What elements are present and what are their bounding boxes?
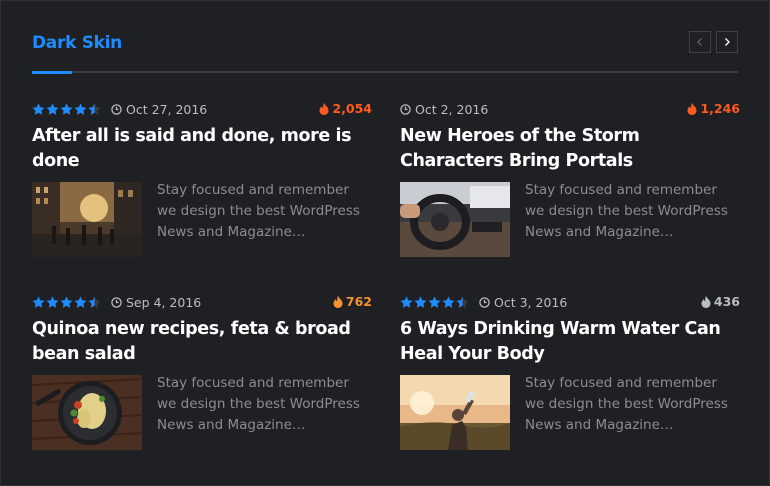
star-icon (74, 103, 87, 116)
star-icon (46, 103, 59, 116)
star-icon (32, 103, 45, 116)
post-card: Oct 27, 2016 2,054 After all is said and… (32, 101, 372, 257)
post-card: Sep 4, 2016 762 Quinoa new recipes, feta… (32, 294, 372, 450)
date-text: Oct 27, 2016 (126, 101, 208, 117)
post-excerpt: Stay focused and remember we design the … (525, 375, 728, 433)
post-meta: Oct 27, 2016 2,054 (32, 101, 372, 117)
post-title[interactable]: After all is said and done, more is done (32, 124, 372, 174)
flame-icon (319, 102, 329, 115)
views-text: 1,246 (700, 101, 740, 116)
star-icon (74, 296, 87, 309)
clock-icon (111, 296, 122, 308)
flame-icon (701, 295, 711, 308)
star-rating (32, 103, 101, 116)
widget-header: Dark Skin (32, 31, 738, 75)
prev-button[interactable] (689, 31, 711, 53)
chevron-right-icon (725, 38, 730, 46)
next-button[interactable] (716, 31, 738, 53)
post-thumbnail[interactable] (32, 182, 142, 257)
post-card: Oct 2, 2016 1,246 New Heroes of the Stor… (400, 101, 740, 257)
date-text: Oct 3, 2016 (494, 294, 568, 310)
post-body: Stay focused and remember we design the … (400, 375, 740, 450)
star-rating (400, 296, 469, 309)
star-icon (88, 296, 101, 309)
star-icon (60, 296, 73, 309)
post-body: Stay focused and remember we design the … (32, 182, 372, 257)
post-thumbnail[interactable] (32, 375, 142, 450)
date-text: Oct 2, 2016 (415, 101, 489, 117)
clock-icon (111, 103, 122, 115)
view-count: 436 (701, 294, 740, 309)
star-icon (456, 296, 469, 309)
views-text: 2,054 (332, 101, 372, 116)
post-date: Oct 2, 2016 (400, 102, 488, 117)
clock-icon (400, 103, 411, 115)
star-icon (414, 296, 427, 309)
view-count: 2,054 (319, 101, 372, 116)
post-excerpt: Stay focused and remember we design the … (525, 182, 728, 240)
post-meta: Sep 4, 2016 762 (32, 294, 372, 310)
flame-icon (687, 102, 697, 115)
star-rating (32, 296, 101, 309)
post-date: Oct 27, 2016 (111, 102, 207, 117)
widget-title: Dark Skin (32, 33, 122, 53)
post-thumbnail[interactable] (400, 375, 510, 450)
views-text: 436 (713, 294, 740, 309)
post-date: Sep 4, 2016 (111, 295, 201, 310)
post-meta: Oct 2, 2016 1,246 (400, 101, 740, 117)
clock-icon (479, 296, 490, 308)
views-text: 762 (345, 294, 372, 309)
view-count: 1,246 (687, 101, 740, 116)
post-excerpt: Stay focused and remember we design the … (157, 182, 360, 240)
post-body: Stay focused and remember we design the … (32, 375, 372, 450)
star-icon (428, 296, 441, 309)
dark-skin-widget: Dark Skin Oct 27, 2016 2,054 After all i… (0, 0, 770, 486)
chevron-left-icon (697, 38, 702, 46)
header-accent-bar (32, 71, 72, 74)
star-icon (88, 103, 101, 116)
post-body: Stay focused and remember we design the … (400, 182, 740, 257)
post-title[interactable]: Quinoa new recipes, feta & broad bean sa… (32, 317, 372, 367)
post-title[interactable]: New Heroes of the Storm Characters Bring… (400, 124, 740, 174)
header-divider (32, 71, 738, 73)
star-icon (60, 103, 73, 116)
star-icon (46, 296, 59, 309)
post-excerpt: Stay focused and remember we design the … (157, 375, 360, 433)
date-text: Sep 4, 2016 (126, 294, 202, 310)
star-icon (442, 296, 455, 309)
post-date: Oct 3, 2016 (479, 295, 567, 310)
star-icon (400, 296, 413, 309)
flame-icon (333, 295, 343, 308)
post-title[interactable]: 6 Ways Drinking Warm Water Can Heal Your… (400, 317, 740, 367)
post-card: Oct 3, 2016 436 6 Ways Drinking Warm Wat… (400, 294, 740, 450)
post-thumbnail[interactable] (400, 182, 510, 257)
view-count: 762 (333, 294, 372, 309)
star-icon (32, 296, 45, 309)
post-meta: Oct 3, 2016 436 (400, 294, 740, 310)
